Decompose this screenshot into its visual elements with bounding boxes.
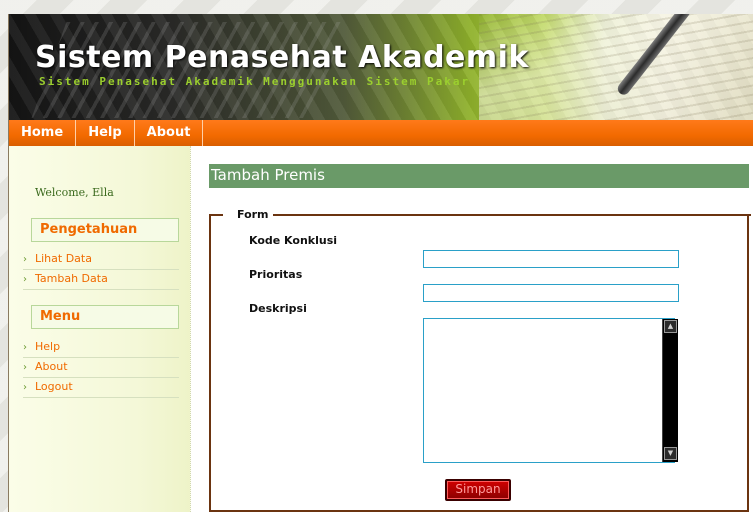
form-legend: Form: [233, 208, 273, 221]
page-frame: Sistem Penasehat Akademik Sistem Penaseh…: [8, 14, 753, 512]
simpan-button[interactable]: Simpan: [445, 479, 511, 501]
page-title: Tambah Premis: [209, 164, 749, 188]
welcome-message: Welcome, Ella: [35, 186, 114, 199]
sidebar-item-help[interactable]: › Help: [23, 338, 179, 358]
kode-konklusi-label: Kode Konklusi: [249, 234, 338, 247]
sidebar-item-label: About: [35, 360, 68, 373]
sidebar-item-logout[interactable]: › Logout: [23, 378, 179, 398]
form-border-top: [209, 214, 223, 216]
chevron-right-icon: ›: [23, 382, 27, 393]
nav-home[interactable]: Home: [9, 120, 77, 146]
nav-about[interactable]: About: [135, 120, 204, 146]
scroll-down-icon[interactable]: ▼: [664, 447, 677, 460]
deskripsi-textarea[interactable]: [423, 318, 675, 463]
site-subtitle: Sistem Penasehat Akademik Menggunakan Si…: [39, 75, 471, 88]
sidebar-heading-menu: Menu: [31, 305, 179, 329]
site-header: Sistem Penasehat Akademik Sistem Penaseh…: [9, 14, 753, 120]
kode-konklusi-input[interactable]: [423, 250, 679, 268]
prioritas-input[interactable]: [423, 284, 679, 302]
sidebar-item-about[interactable]: › About: [23, 358, 179, 378]
textarea-scrollbar[interactable]: ▲ ▼: [662, 319, 678, 462]
sidebar-item-lihat-data[interactable]: › Lihat Data: [23, 250, 179, 270]
nav-help[interactable]: Help: [76, 120, 135, 146]
sidebar-item-label: Lihat Data: [35, 252, 92, 265]
deskripsi-label: Deskripsi: [249, 302, 307, 315]
form-border-top: [271, 214, 751, 216]
sidebar-item-label: Tambah Data: [35, 272, 108, 285]
scroll-up-icon[interactable]: ▲: [664, 320, 677, 333]
chevron-right-icon: ›: [23, 254, 27, 265]
premis-form: Form Kode Konklusi Prioritas Deskripsi ▲…: [209, 208, 751, 512]
chevron-right-icon: ›: [23, 274, 27, 285]
sidebar-heading-pengetahuan: Pengetahuan: [31, 218, 179, 242]
sidebar-item-tambah-data[interactable]: › Tambah Data: [23, 270, 179, 290]
prioritas-label: Prioritas: [249, 268, 303, 281]
sidebar-item-label: Logout: [35, 380, 73, 393]
main-navbar: Home Help About: [9, 120, 753, 146]
sidebar: Welcome, Ella Pengetahuan › Lihat Data › T…: [9, 146, 191, 512]
chevron-right-icon: ›: [23, 342, 27, 353]
chevron-right-icon: ›: [23, 362, 27, 373]
sidebar-item-label: Help: [35, 340, 61, 353]
site-title: Sistem Penasehat Akademik: [35, 40, 529, 75]
